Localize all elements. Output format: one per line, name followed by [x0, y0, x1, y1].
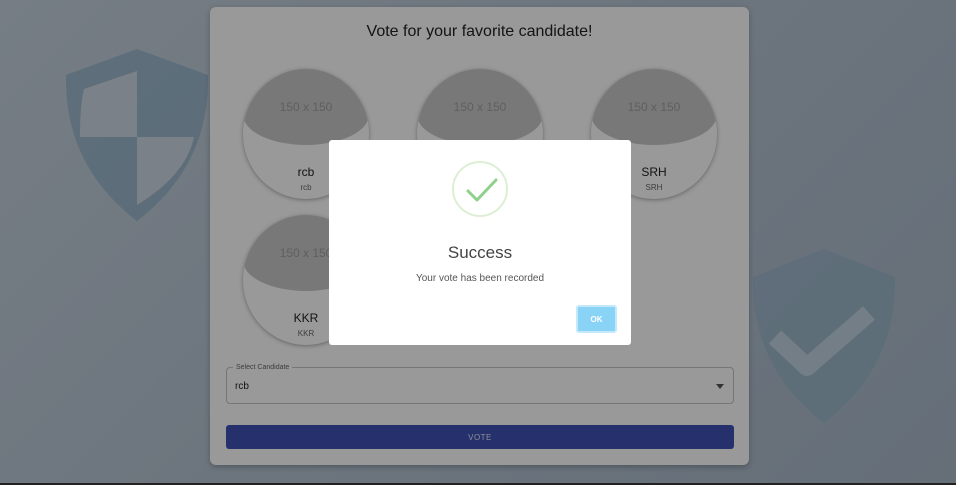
ok-button[interactable]: OK	[576, 305, 617, 333]
checkmark-icon	[452, 161, 508, 217]
dialog-message: Your vote has been recorded	[415, 273, 545, 284]
dialog-title: Success	[447, 243, 513, 262]
success-dialog: Success Your vote has been recorded OK	[329, 140, 631, 345]
